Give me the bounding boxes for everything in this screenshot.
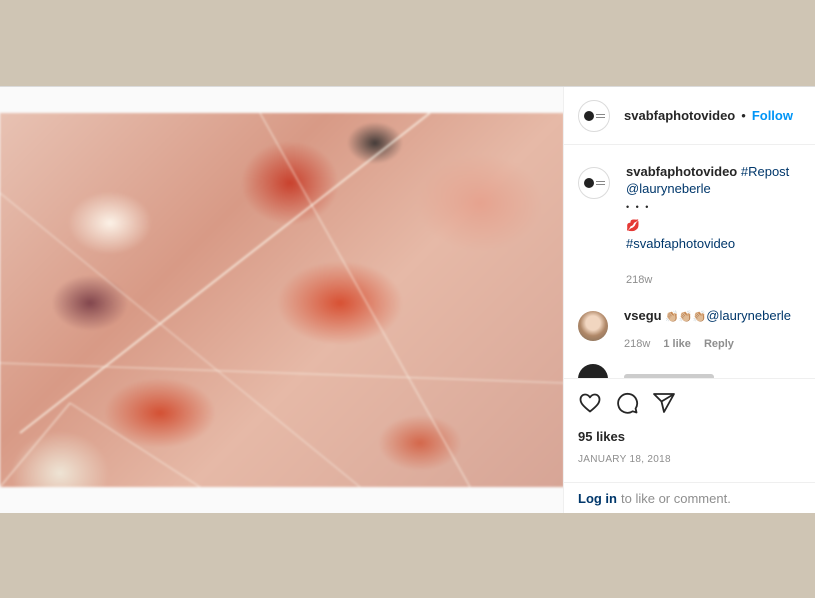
- login-text: to like or comment.: [621, 490, 731, 506]
- post-media: [0, 87, 564, 513]
- comment-meta: 218w 1 like Reply: [624, 336, 799, 353]
- caption-hashtag[interactable]: #svabfaphotovideo: [626, 236, 735, 251]
- clap-emoji: 👏🏼👏🏼👏🏼: [665, 311, 707, 323]
- paper-plane-icon[interactable]: [652, 391, 676, 415]
- heart-icon[interactable]: [578, 391, 602, 415]
- caption-dots: • • •: [626, 202, 651, 212]
- caption-comment: svabfaphotovideo #Repost @lauryneberle •…: [578, 163, 801, 289]
- brand-logo-icon: [583, 110, 594, 121]
- post-username[interactable]: svabfaphotovideo: [624, 108, 735, 123]
- comments-list[interactable]: svabfaphotovideo #Repost @lauryneberle •…: [564, 145, 815, 379]
- post-actions: 95 likes JANUARY 18, 2018: [564, 379, 815, 483]
- comment-icon[interactable]: [615, 391, 639, 415]
- caption-body: svabfaphotovideo #Repost @lauryneberle •…: [626, 163, 801, 289]
- kiss-emoji: 💋: [626, 220, 640, 232]
- login-prompt: Log in to like or comment.: [564, 483, 815, 513]
- post-modal: svabfaphotovideo • Follow svabfaphotovid…: [0, 86, 815, 513]
- login-link[interactable]: Log in: [578, 491, 617, 506]
- reply-button[interactable]: Reply: [704, 338, 734, 350]
- caption-avatar[interactable]: [578, 167, 610, 199]
- caption-mention[interactable]: @lauryneberle: [626, 181, 711, 196]
- post-header: svabfaphotovideo • Follow: [564, 87, 815, 145]
- prism-light-streaks: [0, 113, 563, 487]
- user-comment: vsegu 👏🏼👏🏼👏🏼@lauryneberle 218w 1 like Re…: [578, 307, 801, 353]
- post-date: JANUARY 18, 2018: [578, 454, 671, 465]
- commenter-avatar[interactable]: [578, 311, 608, 341]
- caption-time[interactable]: 218w: [626, 274, 652, 286]
- post-photo[interactable]: [0, 113, 563, 487]
- post-sidebar: svabfaphotovideo • Follow svabfaphotovid…: [564, 87, 815, 513]
- profile-avatar[interactable]: [578, 99, 610, 132]
- comment-mention[interactable]: @lauryneberle: [706, 308, 791, 323]
- follow-button[interactable]: Follow: [752, 108, 793, 123]
- next-comment-avatar: [578, 364, 608, 378]
- next-comment-text: [624, 374, 714, 378]
- comment-time[interactable]: 218w: [624, 338, 650, 350]
- likes-count[interactable]: 95 likes: [578, 429, 801, 444]
- comment-username[interactable]: vsegu: [624, 308, 662, 323]
- comment-body: vsegu 👏🏼👏🏼👏🏼@lauryneberle 218w 1 like Re…: [624, 307, 799, 353]
- action-icons: [578, 391, 801, 415]
- header-separator: •: [741, 108, 746, 123]
- caption-meta: 218w: [626, 272, 801, 289]
- caption-username[interactable]: svabfaphotovideo: [626, 164, 737, 179]
- comment-likes[interactable]: 1 like: [663, 338, 691, 350]
- repost-hashtag[interactable]: #Repost: [741, 164, 789, 179]
- brand-logo-icon: [583, 178, 594, 188]
